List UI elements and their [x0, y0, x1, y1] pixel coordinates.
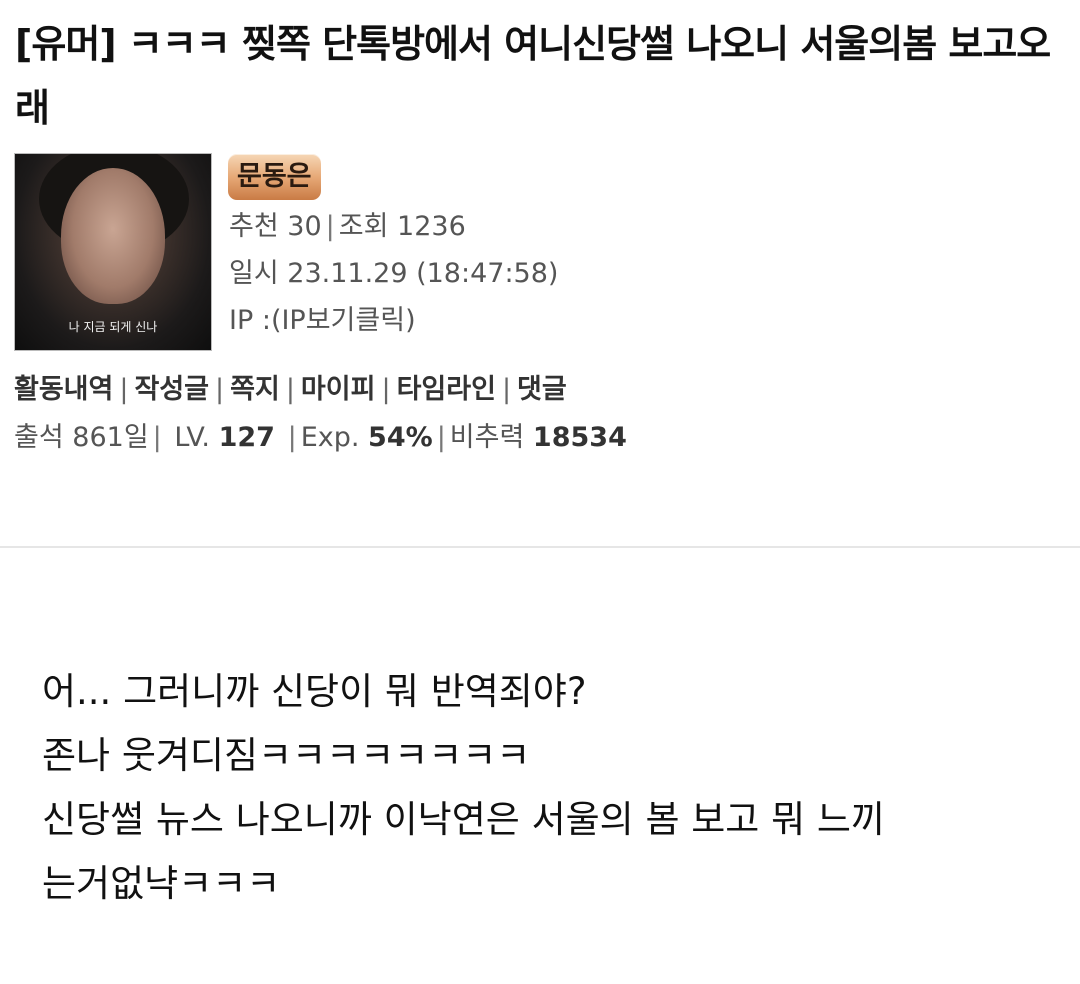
- post-date: 일시 23.11.29 (18:47:58): [229, 257, 558, 291]
- author-nickname[interactable]: 문동은: [228, 154, 321, 200]
- level-value: 127: [218, 422, 275, 453]
- body-line: 어... 그러니까 신당이 뭐 반역죄야?: [42, 670, 587, 713]
- post-page: [유머] ㅋㅋㅋ 찢쪽 단톡방에서 여니신당썰 나오니 서울의봄 보고오래 나 …: [0, 0, 1080, 984]
- attendance-value: 861일: [72, 422, 149, 453]
- author-links: 활동내역 | 작성글 | 쪽지 | 마이피 | 타임라인 | 댓글: [14, 372, 567, 408]
- separator: |: [381, 374, 391, 405]
- separator: |: [436, 422, 446, 453]
- ip-reveal-link[interactable]: (IP보기클릭): [271, 305, 416, 336]
- timeline-link[interactable]: 타임라인: [397, 374, 496, 405]
- mypi-link[interactable]: 마이피: [301, 374, 376, 405]
- recommend-label: 추천: [229, 211, 279, 242]
- exp-value: 54%: [368, 422, 433, 453]
- avatar-face: [61, 168, 165, 304]
- message-link[interactable]: 쪽지: [230, 374, 280, 405]
- date-label: 일시: [229, 258, 279, 289]
- separator: |: [285, 374, 295, 405]
- date-value: 23.11.29 (18:47:58): [287, 258, 559, 289]
- post-body: 어... 그러니까 신당이 뭐 반역죄야? 존나 웃겨디짐ㅋㅋㅋㅋㅋㅋㅋㅋ 신당…: [42, 660, 1052, 916]
- separator: |: [501, 374, 512, 405]
- body-line: 존나 웃겨디짐ㅋㅋㅋㅋㅋㅋㅋㅋ: [42, 734, 531, 777]
- avatar-caption: 나 지금 되게 신나: [68, 320, 158, 334]
- divider: [0, 546, 1080, 548]
- ip-label: IP :: [229, 305, 271, 336]
- author-avatar[interactable]: 나 지금 되게 신나: [14, 153, 212, 351]
- separator: |: [215, 374, 225, 405]
- post-ip: IP :(IP보기클릭): [229, 304, 416, 338]
- comments-link[interactable]: 댓글: [517, 374, 567, 405]
- separator: |: [152, 422, 162, 453]
- body-line: 신당썰 뉴스 나오니까 이낙연은 서울의 봄 보고 뭐 느끼: [42, 798, 885, 841]
- views-label: 조회: [338, 211, 389, 242]
- views-count: 1236: [397, 211, 466, 242]
- attendance-label: 출석: [14, 422, 64, 453]
- level-label: LV.: [174, 422, 211, 453]
- recommend-count: 30: [287, 211, 322, 242]
- separator: |: [325, 211, 335, 242]
- exp-label: Exp.: [300, 422, 360, 453]
- post-title: [유머] ㅋㅋㅋ 찢쪽 단톡방에서 여니신당썰 나오니 서울의봄 보고오래: [15, 22, 1051, 130]
- separator: |: [287, 422, 297, 453]
- body-line: 는거없냑ㅋㅋㅋ: [42, 862, 281, 905]
- post-counts: 추천 30 | 조회 1236: [229, 210, 466, 244]
- separator: |: [119, 374, 129, 405]
- nonrec-label: 비추력: [449, 422, 525, 453]
- posts-link[interactable]: 작성글: [134, 374, 209, 405]
- activity-link[interactable]: 활동내역: [14, 374, 113, 405]
- nonrec-value: 18534: [532, 422, 627, 453]
- author-stats: 출석 861일 | LV. 127 | Exp. 54% | 비추력 18534: [14, 420, 627, 456]
